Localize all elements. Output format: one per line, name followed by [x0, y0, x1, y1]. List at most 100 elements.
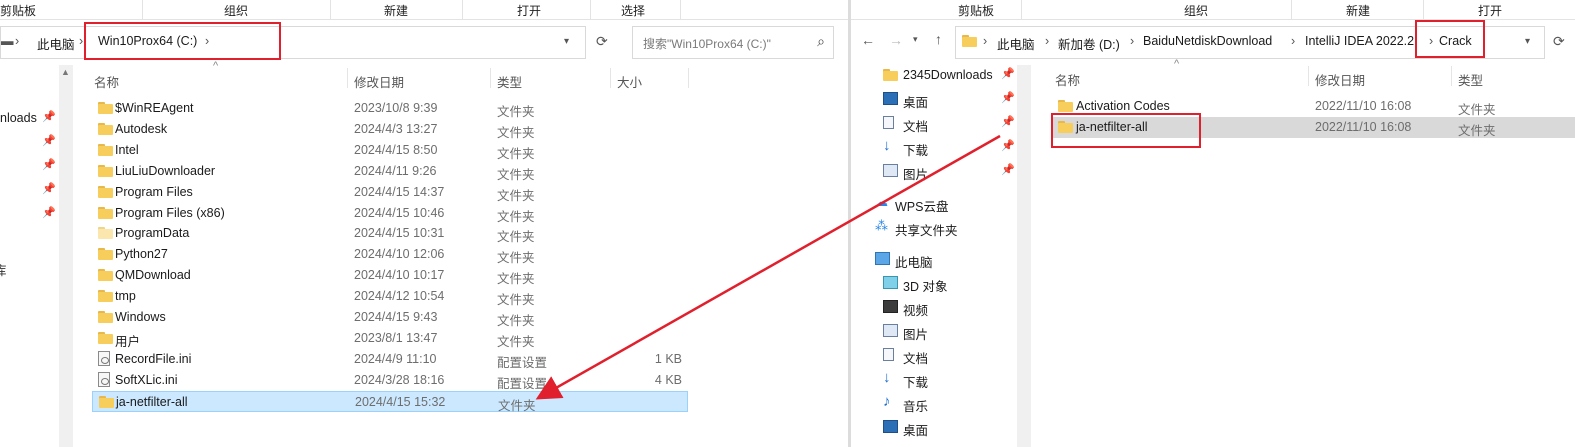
file-name: tmp — [115, 289, 136, 304]
column-header-date[interactable]: 修改日期 — [1315, 70, 1365, 89]
table-row[interactable]: ja-netfilter-all 2024/4/15 15:32 文件夹 — [92, 390, 688, 413]
file-name: LiuLiuDownloader — [115, 163, 216, 178]
nav-scrollbar[interactable] — [1017, 65, 1031, 447]
file-type: 文件夹 — [497, 251, 535, 266]
settings-file-icon — [98, 371, 110, 387]
ribbon-clipboard[interactable]: 剪贴板 — [0, 2, 36, 19]
refresh-icon[interactable]: ⟳ — [1553, 33, 1565, 50]
share-icon: ⁂ — [875, 218, 888, 233]
chevron-right-icon[interactable]: › — [79, 34, 83, 48]
this-pc-icon: ▬ — [1, 34, 14, 48]
table-row[interactable]: LiuLiuDownloader 2024/4/11 9:26 文件夹 — [92, 161, 688, 182]
search-icon[interactable]: ⌕ — [817, 33, 825, 50]
file-name: QMDownload — [115, 268, 191, 283]
pin-icon: 📌 — [1001, 116, 1015, 128]
folder-icon — [98, 248, 113, 261]
table-row[interactable]: Autodesk 2024/4/3 13:27 文件夹 — [92, 119, 688, 140]
chevron-right-icon[interactable]: › — [1130, 34, 1134, 48]
ribbon-clipboard[interactable]: 剪贴板 — [958, 2, 994, 19]
ribbon-organize[interactable]: 组织 — [224, 2, 248, 19]
folder-icon — [98, 290, 113, 303]
up-arrow-icon[interactable]: ↑ — [935, 31, 942, 47]
column-header-date[interactable]: 修改日期 — [354, 72, 404, 91]
scroll-up-icon[interactable]: ▲ — [61, 67, 70, 77]
chevron-down-icon[interactable]: ▾ — [564, 36, 569, 47]
ribbon-select[interactable]: 选择 — [621, 2, 645, 19]
chevron-down-icon[interactable]: ▾ — [1525, 36, 1530, 47]
pin-icon: 📌 — [42, 207, 56, 219]
table-row[interactable]: Program Files 2024/4/15 14:37 文件夹 — [92, 182, 688, 203]
breadcrumb-intellij[interactable]: IntelliJ IDEA 2022.2 — [1305, 34, 1427, 48]
table-row[interactable]: Program Files (x86) 2024/4/15 10:46 文件夹 — [92, 203, 688, 224]
table-row[interactable]: QMDownload 2024/4/10 10:17 文件夹 — [92, 265, 688, 286]
highlight-box-ja-netfilter — [1051, 113, 1201, 148]
folder-icon — [1058, 100, 1073, 112]
file-name: Program Files — [115, 184, 193, 199]
file-date: 2024/4/9 11:10 — [354, 351, 437, 366]
file-date: 2024/4/15 9:43 — [354, 310, 438, 324]
file-name: Python27 — [115, 247, 168, 262]
breadcrumb-this-pc[interactable]: 此电脑 — [37, 34, 75, 53]
folder-icon — [98, 122, 113, 135]
column-header-type[interactable]: 类型 — [1458, 70, 1483, 89]
table-row[interactable]: $WinREAgent 2023/10/8 9:39 文件夹 — [92, 98, 688, 119]
recent-dropdown-icon[interactable]: ▾ — [913, 34, 918, 45]
file-name: Activation Codes — [1076, 99, 1170, 113]
pc-icon — [875, 252, 890, 265]
table-row[interactable]: Windows 2024/4/15 9:43 文件夹 — [92, 307, 688, 328]
table-row[interactable]: Python27 2024/4/10 12:06 文件夹 — [92, 244, 688, 265]
pin-icon: 📌 — [1001, 92, 1015, 104]
column-header-size[interactable]: 大小 — [617, 72, 642, 91]
table-row[interactable]: 用户 2023/8/1 13:47 文件夹 — [92, 328, 688, 349]
file-name: SoftXLic.ini — [115, 372, 178, 387]
table-row[interactable]: SoftXLic.ini 2024/3/28 18:16 配置设置 4 KB — [92, 370, 688, 391]
back-arrow-icon[interactable]: ← — [861, 32, 875, 48]
column-header-type[interactable]: 类型 — [497, 72, 522, 91]
ribbon-open[interactable]: 打开 — [1478, 2, 1502, 19]
left-explorer-window: 剪贴板 组织 新建 打开 选择 ▬ › 此电脑 › Win10Prox64 (C… — [0, 0, 848, 447]
file-type: 文件夹 — [497, 146, 535, 161]
table-row[interactable]: Intel 2024/4/15 8:50 文件夹 — [92, 140, 688, 161]
ribbon-organize[interactable]: 组织 — [1184, 2, 1208, 19]
folder-icon — [883, 69, 898, 81]
search-box[interactable]: 搜索"Win10Prox64 (C:)" ⌕ — [632, 26, 834, 59]
table-row[interactable]: tmp 2024/4/12 10:54 文件夹 — [92, 286, 688, 307]
file-date: 2024/4/15 14:37 — [354, 184, 445, 199]
file-name: Program Files (x86) — [115, 205, 225, 220]
ribbon-new[interactable]: 新建 — [384, 2, 408, 19]
folder-icon — [98, 227, 113, 240]
doc-icon — [883, 116, 894, 129]
file-type: 文件夹 — [497, 209, 535, 224]
table-row[interactable]: RecordFile.ini 2024/4/9 11:10 配置设置 1 KB — [92, 349, 688, 370]
download-icon: ↓ — [883, 137, 891, 154]
nav-scrollbar[interactable]: ▲ — [59, 65, 73, 447]
highlight-box-drive — [84, 22, 281, 60]
column-header-name[interactable]: 名称 — [94, 72, 119, 91]
cube-icon — [883, 276, 898, 289]
column-header-name[interactable]: 名称 — [1055, 70, 1080, 89]
nav-item-fragment[interactable]: 库 — [0, 260, 7, 279]
file-name: Autodesk — [115, 121, 168, 136]
chevron-right-icon[interactable]: › — [1045, 34, 1049, 48]
file-type: 文件夹 — [497, 230, 535, 245]
chevron-right-icon[interactable]: › — [1291, 34, 1295, 48]
breadcrumb-drive-d[interactable]: 新加卷 (D:) — [1058, 34, 1120, 53]
chevron-right-icon[interactable]: › — [983, 34, 987, 48]
file-date: 2024/4/15 8:50 — [354, 142, 438, 157]
desktop-icon — [883, 420, 898, 433]
settings-file-icon — [98, 350, 110, 366]
table-row[interactable]: ProgramData 2024/4/15 10:31 文件夹 — [92, 223, 688, 244]
folder-icon — [962, 35, 977, 47]
folder-icon — [98, 164, 113, 177]
ribbon-new[interactable]: 新建 — [1346, 2, 1370, 19]
right-explorer-window: 剪贴板 组织 新建 打开 ← → ▾ ↑ › 此电脑 › 新加卷 (D:) › … — [851, 0, 1575, 447]
ribbon-open[interactable]: 打开 — [517, 2, 541, 19]
search-placeholder[interactable]: 搜索"Win10Prox64 (C:)" — [643, 35, 771, 52]
chevron-right-icon[interactable]: › — [15, 34, 19, 48]
file-type: 文件夹 — [1458, 103, 1496, 117]
breadcrumb-this-pc[interactable]: 此电脑 — [997, 34, 1035, 53]
forward-arrow-icon[interactable]: → — [889, 32, 903, 48]
refresh-icon[interactable]: ⟳ — [596, 33, 608, 50]
breadcrumb-baidunetdisk[interactable]: BaiduNetdiskDownload — [1143, 34, 1272, 48]
file-date: 2024/4/15 10:46 — [354, 205, 445, 220]
